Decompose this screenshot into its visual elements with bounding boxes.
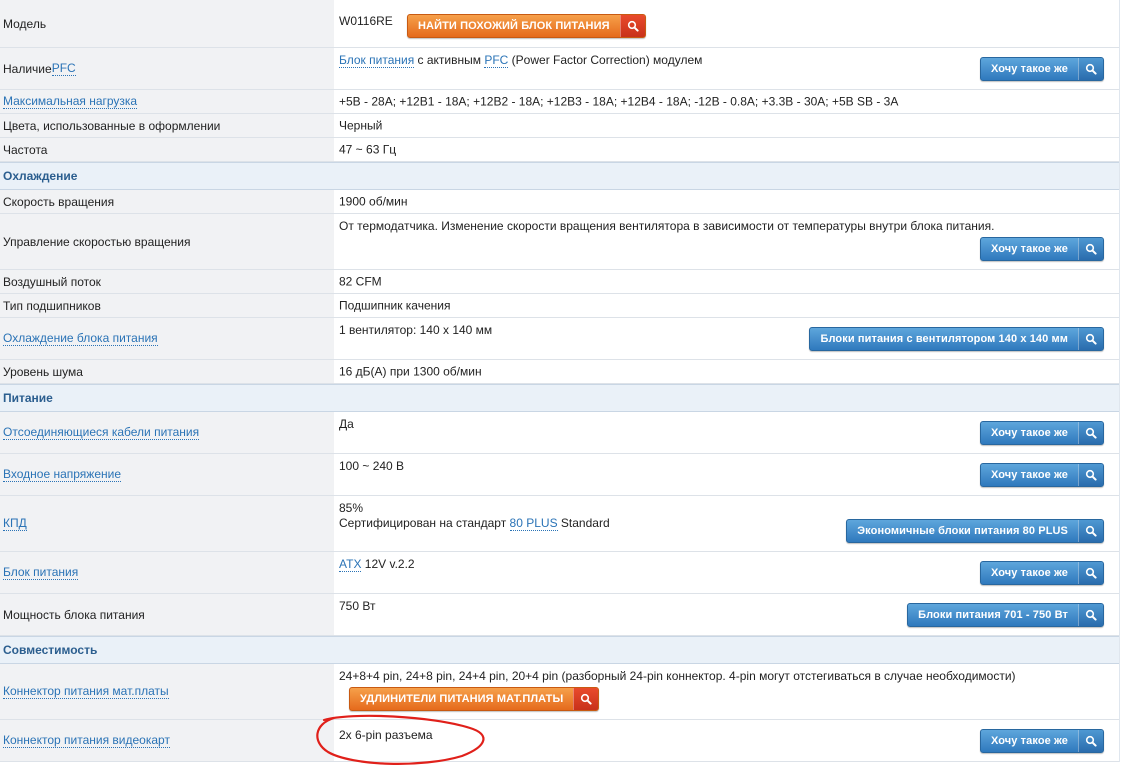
row-bearing: Тип подшипников Подшипник качения [0, 294, 1119, 318]
search-icon [1078, 520, 1103, 542]
search-icon [1078, 464, 1103, 486]
mb-extension-button[interactable]: УДЛИНИТЕЛИ ПИТАНИЯ МАТ.ПЛАТЫ [349, 687, 600, 711]
pfc-value: Блок питания с активным PFC (Power Facto… [339, 53, 703, 68]
psu-link[interactable]: Блок питания [339, 53, 415, 68]
want-same-button[interactable]: Хочу такое же [979, 57, 1104, 81]
find-similar-psu-button[interactable]: НАЙТИ ПОХОЖИЙ БЛОК ПИТАНИЯ [407, 14, 646, 38]
row-psu-standard: Блок питания ATX 12V v.2.2 Хочу такое же [0, 552, 1119, 594]
economy-psu-80plus-button[interactable]: Экономичные блоки питания 80 PLUS [846, 519, 1104, 543]
input-voltage-link[interactable]: Входное напряжение [3, 467, 121, 482]
psu-cooling-link[interactable]: Охлаждение блока питания [3, 331, 158, 346]
section-power: Питание [0, 384, 1119, 412]
search-icon [1078, 238, 1103, 260]
row-psu-cooling: Охлаждение блока питания 1 вентилятор: 1… [0, 318, 1119, 360]
want-same-button[interactable]: Хочу такое же [979, 237, 1104, 261]
search-icon [1078, 604, 1103, 626]
row-model: Модель W0116RE НАЙТИ ПОХОЖИЙ БЛОК ПИТАНИ… [0, 0, 1119, 48]
search-icon [1078, 562, 1103, 584]
pfc-link[interactable]: PFC [484, 53, 509, 68]
specs-table: Модель W0116RE НАЙТИ ПОХОЖИЙ БЛОК ПИТАНИ… [0, 0, 1120, 762]
gpu-connector-link[interactable]: Коннектор питания видеокарт [3, 733, 170, 748]
row-gpu-connector: Коннектор питания видеокарт 2x 6-pin раз… [0, 720, 1119, 762]
psu-standard-link[interactable]: Блок питания [3, 565, 79, 580]
max-load-value: +5В - 28А; +12В1 - 18А; +12В2 - 18А; +12… [339, 94, 899, 108]
row-pfc: Наличие PFC Блок питания с активным PFC … [0, 48, 1119, 90]
80plus-link[interactable]: 80 PLUS [509, 516, 558, 531]
row-input-voltage: Входное напряжение 100 ~ 240 В Хочу тако… [0, 454, 1119, 496]
psu-701-750-button[interactable]: Блоки питания 701 - 750 Вт [907, 603, 1104, 627]
search-icon [1078, 422, 1103, 444]
row-mb-connector: Коннектор питания мат.платы 24+8+4 pin, … [0, 664, 1119, 720]
search-icon [619, 15, 645, 37]
row-speed-control: Управление скоростью вращения От термода… [0, 214, 1119, 270]
row-power: Мощность блока питания 750 Вт Блоки пита… [0, 594, 1119, 636]
row-max-load: Максимальная нагрузка +5В - 28А; +12В1 -… [0, 90, 1119, 114]
mb-connector-link[interactable]: Коннектор питания мат.платы [3, 684, 169, 699]
want-same-button[interactable]: Хочу такое же [979, 463, 1104, 487]
row-frequency: Частота 47 ~ 63 Гц [0, 138, 1119, 162]
search-icon [1078, 328, 1103, 350]
max-load-link[interactable]: Максимальная нагрузка [3, 94, 138, 109]
section-compatibility: Совместимость [0, 636, 1119, 664]
search-icon [573, 688, 599, 710]
detachable-cables-link[interactable]: Отсоединяющиеся кабели питания [3, 425, 200, 440]
atx-link[interactable]: ATX [339, 557, 362, 572]
search-icon [1078, 730, 1103, 752]
psu-fan-140-button[interactable]: Блоки питания с вентилятором 140 x 140 м… [809, 327, 1104, 351]
want-same-button[interactable]: Хочу такое же [979, 421, 1104, 445]
efficiency-link[interactable]: КПД [3, 516, 27, 531]
row-efficiency: КПД 85% Сертифицирован на стандарт 80 PLU… [0, 496, 1119, 552]
row-colors: Цвета, использованные в оформлении Черны… [0, 114, 1119, 138]
search-icon [1078, 58, 1103, 80]
row-noise: Уровень шума 16 дБ(А) при 1300 об/мин [0, 360, 1119, 384]
row-label: Модель [0, 0, 334, 47]
want-same-button[interactable]: Хочу такое же [979, 729, 1104, 753]
row-detachable: Отсоединяющиеся кабели питания Да Хочу т… [0, 412, 1119, 454]
want-same-button[interactable]: Хочу такое же [979, 561, 1104, 585]
pfc-link[interactable]: PFC [51, 61, 76, 76]
section-cooling: Охлаждение [0, 162, 1119, 190]
model-value: W0116RE [339, 14, 393, 28]
row-rpm: Скорость вращения 1900 об/мин [0, 190, 1119, 214]
row-airflow: Воздушный поток 82 CFM [0, 270, 1119, 294]
